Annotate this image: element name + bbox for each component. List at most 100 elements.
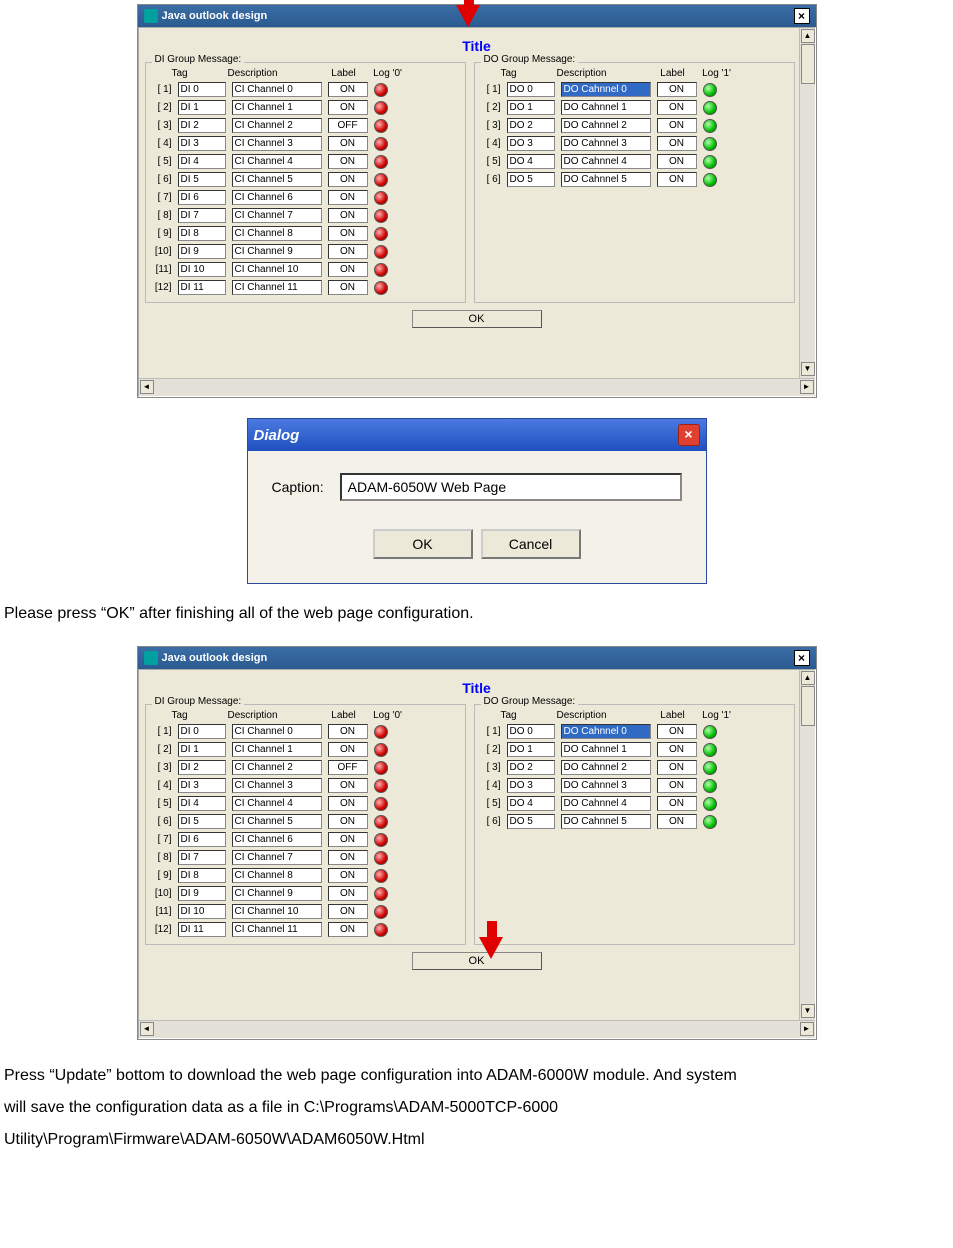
description-input[interactable] [232, 886, 322, 901]
label-input[interactable] [328, 136, 368, 151]
tag-input[interactable] [178, 154, 226, 169]
scroll-up-icon[interactable]: ▲ [801, 29, 815, 43]
description-input[interactable] [232, 82, 322, 97]
label-input[interactable] [328, 760, 368, 775]
description-input[interactable] [561, 172, 651, 187]
description-input[interactable] [232, 922, 322, 937]
label-input[interactable] [328, 778, 368, 793]
description-input[interactable] [561, 742, 651, 757]
description-input[interactable] [232, 226, 322, 241]
tag-input[interactable] [178, 244, 226, 259]
dialog-close-icon[interactable]: × [678, 424, 700, 446]
tag-input[interactable] [178, 868, 226, 883]
label-input[interactable] [328, 154, 368, 169]
tag-input[interactable] [507, 796, 555, 811]
label-input[interactable] [328, 118, 368, 133]
tag-input[interactable] [507, 742, 555, 757]
label-input[interactable] [328, 868, 368, 883]
label-input[interactable] [328, 796, 368, 811]
scroll-thumb[interactable] [801, 686, 815, 726]
label-input[interactable] [328, 742, 368, 757]
tag-input[interactable] [178, 262, 226, 277]
dialog-cancel-button[interactable]: Cancel [481, 529, 581, 559]
horizontal-scrollbar[interactable]: ◄ ► [139, 1020, 815, 1038]
description-input[interactable] [232, 760, 322, 775]
label-input[interactable] [328, 100, 368, 115]
caption-input[interactable] [340, 473, 682, 501]
label-input[interactable] [328, 82, 368, 97]
label-input[interactable] [328, 922, 368, 937]
tag-input[interactable] [507, 82, 555, 97]
scroll-left-icon[interactable]: ◄ [140, 1022, 154, 1036]
description-input[interactable] [561, 778, 651, 793]
description-input[interactable] [232, 832, 322, 847]
tag-input[interactable] [178, 886, 226, 901]
description-input[interactable] [232, 208, 322, 223]
scroll-right-icon[interactable]: ► [800, 1022, 814, 1036]
tag-input[interactable] [178, 832, 226, 847]
tag-input[interactable] [178, 190, 226, 205]
close-icon[interactable]: × [794, 650, 810, 666]
tag-input[interactable] [178, 742, 226, 757]
tag-input[interactable] [507, 778, 555, 793]
label-input[interactable] [328, 904, 368, 919]
description-input[interactable] [561, 136, 651, 151]
label-input[interactable] [328, 172, 368, 187]
description-input[interactable] [232, 154, 322, 169]
label-input[interactable] [657, 724, 697, 739]
description-input[interactable] [232, 724, 322, 739]
ok-button[interactable]: OK [412, 952, 542, 970]
description-input[interactable] [561, 100, 651, 115]
tag-input[interactable] [178, 814, 226, 829]
label-input[interactable] [328, 262, 368, 277]
description-input[interactable] [232, 244, 322, 259]
horizontal-scrollbar[interactable]: ◄ ► [139, 378, 815, 396]
label-input[interactable] [328, 190, 368, 205]
label-input[interactable] [328, 208, 368, 223]
tag-input[interactable] [178, 280, 226, 295]
description-input[interactable] [232, 814, 322, 829]
description-input[interactable] [561, 82, 651, 97]
tag-input[interactable] [178, 724, 226, 739]
label-input[interactable] [657, 136, 697, 151]
tag-input[interactable] [178, 226, 226, 241]
label-input[interactable] [328, 724, 368, 739]
scroll-thumb[interactable] [801, 44, 815, 84]
tag-input[interactable] [507, 136, 555, 151]
label-input[interactable] [328, 280, 368, 295]
description-input[interactable] [561, 154, 651, 169]
label-input[interactable] [657, 760, 697, 775]
scroll-left-icon[interactable]: ◄ [140, 380, 154, 394]
tag-input[interactable] [178, 760, 226, 775]
tag-input[interactable] [507, 814, 555, 829]
label-input[interactable] [328, 226, 368, 241]
description-input[interactable] [561, 796, 651, 811]
scroll-down-icon[interactable]: ▼ [801, 362, 815, 376]
tag-input[interactable] [178, 904, 226, 919]
label-input[interactable] [657, 172, 697, 187]
label-input[interactable] [657, 814, 697, 829]
description-input[interactable] [232, 850, 322, 865]
scroll-right-icon[interactable]: ► [800, 380, 814, 394]
description-input[interactable] [232, 796, 322, 811]
vertical-scrollbar[interactable]: ▲ ▼ [799, 28, 815, 378]
tag-input[interactable] [178, 100, 226, 115]
description-input[interactable] [232, 172, 322, 187]
label-input[interactable] [328, 886, 368, 901]
tag-input[interactable] [178, 922, 226, 937]
scroll-up-icon[interactable]: ▲ [801, 671, 815, 685]
tag-input[interactable] [178, 796, 226, 811]
label-input[interactable] [328, 832, 368, 847]
description-input[interactable] [232, 904, 322, 919]
label-input[interactable] [657, 154, 697, 169]
label-input[interactable] [657, 742, 697, 757]
scroll-down-icon[interactable]: ▼ [801, 1004, 815, 1018]
tag-input[interactable] [507, 724, 555, 739]
dialog-ok-button[interactable]: OK [373, 529, 473, 559]
close-icon[interactable]: × [794, 8, 810, 24]
description-input[interactable] [232, 280, 322, 295]
description-input[interactable] [232, 742, 322, 757]
description-input[interactable] [232, 778, 322, 793]
label-input[interactable] [657, 778, 697, 793]
description-input[interactable] [561, 760, 651, 775]
